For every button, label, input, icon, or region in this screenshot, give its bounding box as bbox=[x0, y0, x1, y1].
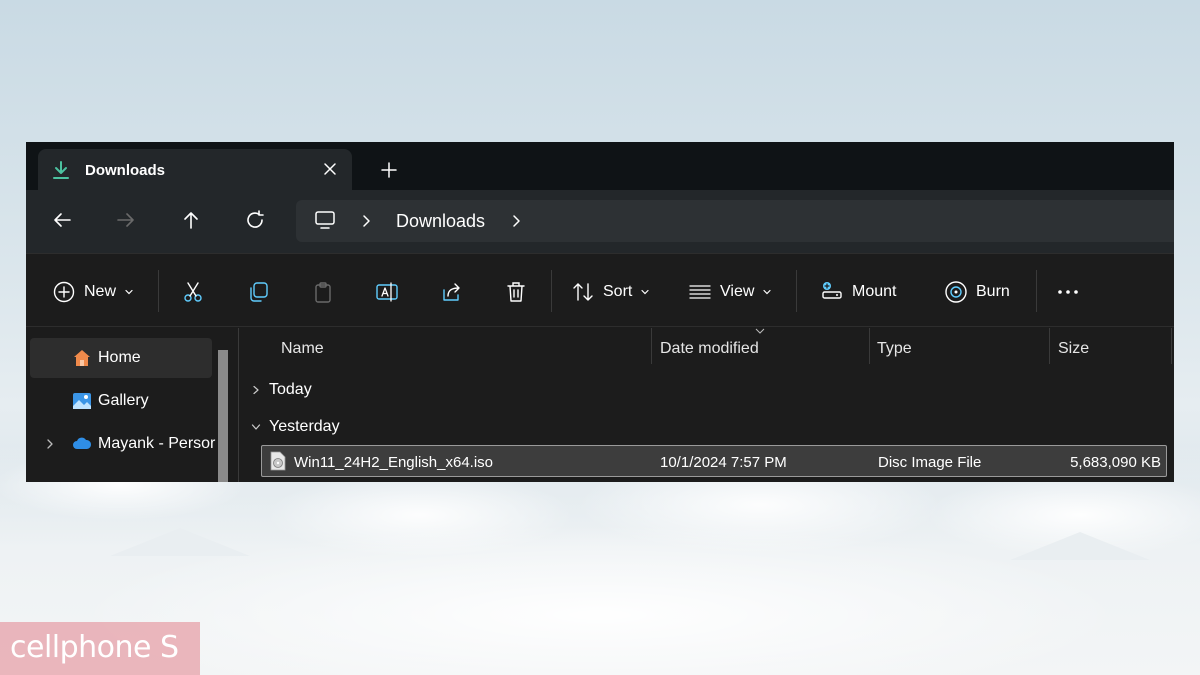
plus-circle-icon bbox=[53, 281, 75, 303]
copy-icon bbox=[250, 282, 268, 302]
column-header-size[interactable]: Size bbox=[1058, 340, 1089, 358]
disc-icon bbox=[945, 281, 967, 303]
group-header-today[interactable]: Today bbox=[251, 381, 312, 399]
download-icon bbox=[53, 161, 69, 179]
view-button-label: View bbox=[720, 283, 755, 300]
sidebar-item-onedrive[interactable]: Mayank - Persor bbox=[30, 424, 216, 464]
cloud-icon bbox=[73, 437, 92, 449]
file-size: 5,683,090 KB bbox=[1070, 454, 1161, 471]
sort-button-label: Sort bbox=[603, 283, 633, 300]
back-arrow-icon[interactable] bbox=[51, 209, 73, 231]
rename-icon bbox=[376, 282, 398, 302]
share-icon bbox=[443, 283, 460, 301]
cut-button[interactable] bbox=[181, 278, 205, 306]
chevron-down-icon bbox=[251, 424, 261, 430]
file-list: Name Date modified Type Size Today Yeste… bbox=[239, 328, 1174, 482]
new-button[interactable]: New bbox=[52, 278, 134, 306]
table-row[interactable]: Win11_24H2_English_x64.iso 10/1/2024 7:5… bbox=[261, 445, 1167, 477]
sort-button[interactable]: Sort bbox=[571, 278, 650, 306]
background-mountain bbox=[1010, 532, 1150, 560]
sidebar-item-label: Home bbox=[98, 349, 141, 366]
scissors-icon bbox=[184, 282, 202, 302]
view-button[interactable]: View bbox=[688, 278, 772, 306]
refresh-icon[interactable] bbox=[244, 209, 266, 231]
share-button[interactable] bbox=[440, 278, 464, 306]
tab-downloads[interactable]: Downloads bbox=[38, 149, 352, 190]
file-explorer-window: Downloads Downloads New Sort View Mount … bbox=[26, 142, 1174, 482]
burn-button[interactable]: Burn bbox=[944, 278, 1010, 306]
clipboard-icon bbox=[315, 282, 331, 303]
group-label: Today bbox=[269, 381, 312, 398]
paste-button[interactable] bbox=[311, 278, 335, 306]
delete-button[interactable] bbox=[504, 278, 528, 306]
tab-title: Downloads bbox=[85, 162, 166, 179]
sidebar-item-label: Mayank - Persor bbox=[98, 435, 216, 452]
sort-arrows-icon bbox=[573, 283, 593, 301]
mount-drive-icon bbox=[822, 282, 842, 299]
file-date: 10/1/2024 7:57 PM bbox=[660, 454, 787, 471]
column-separator[interactable] bbox=[651, 328, 652, 364]
title-bar: Downloads bbox=[26, 142, 1174, 190]
this-pc-icon[interactable] bbox=[314, 210, 336, 230]
column-separator[interactable] bbox=[869, 328, 870, 364]
chevron-right-icon bbox=[253, 385, 259, 395]
column-header-name[interactable]: Name bbox=[281, 340, 324, 358]
new-button-label: New bbox=[84, 283, 117, 300]
toolbar-divider bbox=[796, 270, 797, 312]
group-label: Yesterday bbox=[269, 418, 340, 435]
breadcrumb-downloads[interactable]: Downloads bbox=[396, 211, 485, 232]
chevron-down-icon bbox=[763, 289, 771, 295]
more-icon bbox=[1058, 290, 1078, 294]
breadcrumb[interactable]: Downloads bbox=[296, 200, 1174, 242]
new-tab-icon[interactable] bbox=[380, 161, 398, 179]
chevron-right-icon[interactable] bbox=[46, 438, 54, 450]
mount-button-label: Mount bbox=[852, 283, 897, 300]
column-header-type[interactable]: Type bbox=[877, 340, 912, 358]
toolbar-divider bbox=[551, 270, 552, 312]
group-header-yesterday[interactable]: Yesterday bbox=[251, 418, 340, 436]
sidebar-item-label: Gallery bbox=[98, 392, 149, 409]
rename-button[interactable] bbox=[375, 278, 399, 306]
file-name: Win11_24H2_English_x64.iso bbox=[294, 454, 494, 471]
list-view-icon bbox=[689, 285, 711, 299]
sidebar-item-gallery[interactable]: Gallery bbox=[30, 381, 212, 421]
background-mountain bbox=[110, 528, 250, 556]
watermark-logo: cellphone S bbox=[0, 622, 200, 675]
navigation-pane: Home Gallery Mayank - Persor bbox=[26, 328, 238, 482]
toolbar-divider bbox=[158, 270, 159, 312]
toolbar-divider bbox=[1036, 270, 1037, 312]
trash-icon bbox=[507, 282, 525, 302]
command-bar: New Sort View Mount Burn bbox=[26, 253, 1174, 327]
chevron-down-icon bbox=[125, 289, 133, 295]
chevron-down-icon bbox=[641, 289, 649, 295]
chevron-right-icon[interactable] bbox=[360, 213, 372, 229]
disc-image-file-icon bbox=[270, 451, 286, 471]
sort-caret-icon bbox=[755, 328, 765, 334]
copy-button[interactable] bbox=[246, 278, 270, 306]
mount-button[interactable]: Mount bbox=[820, 278, 896, 306]
home-icon bbox=[74, 350, 90, 366]
column-separator[interactable] bbox=[1049, 328, 1050, 364]
burn-button-label: Burn bbox=[976, 283, 1010, 300]
chevron-right-icon[interactable] bbox=[510, 213, 522, 229]
more-options-button[interactable] bbox=[1056, 278, 1080, 306]
scrollbar[interactable] bbox=[218, 350, 228, 482]
up-arrow-icon[interactable] bbox=[180, 209, 202, 231]
forward-arrow-icon[interactable] bbox=[115, 209, 137, 231]
file-type: Disc Image File bbox=[878, 454, 982, 471]
close-icon[interactable] bbox=[322, 161, 338, 177]
sidebar-item-home[interactable]: Home bbox=[30, 338, 212, 378]
address-bar: Downloads bbox=[26, 190, 1174, 253]
column-separator[interactable] bbox=[1171, 328, 1172, 364]
watermark-text: cellphone S bbox=[10, 630, 179, 665]
column-header-date[interactable]: Date modified bbox=[660, 340, 759, 358]
gallery-icon bbox=[73, 393, 91, 409]
